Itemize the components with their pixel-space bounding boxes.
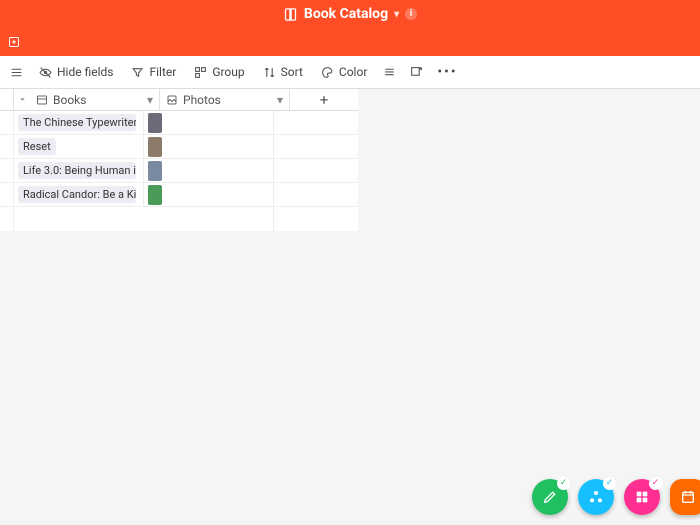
grid: Books ▾ Photos ▾ + The Chinese Typewrite… — [0, 89, 358, 231]
group-label: Group — [212, 65, 244, 79]
color-button[interactable]: Color — [313, 61, 375, 83]
table-row[interactable]: Life 3.0: Being Human in the Age of AI — [0, 159, 358, 183]
table-tab-strip — [0, 28, 700, 56]
sort-icon — [263, 66, 276, 79]
group-icon — [194, 66, 207, 79]
cell-books[interactable]: Reset — [14, 135, 144, 158]
view-toolbar: Hide fields Filter Group Sort Color — [0, 56, 700, 89]
paint-icon — [321, 66, 334, 79]
grid-header: Books ▾ Photos ▾ + — [0, 89, 358, 111]
cell-photos[interactable] — [144, 159, 274, 182]
attachment-thumbnail[interactable] — [148, 185, 162, 205]
table-row[interactable]: The Chinese Typewriter — [0, 111, 358, 135]
chevron-down-icon[interactable]: ▾ — [277, 93, 283, 107]
share-icon — [410, 66, 423, 79]
views-menu-button[interactable] — [4, 62, 29, 83]
fab-blue[interactable]: ✓ — [578, 479, 614, 515]
fab-row: ✓ ✓ ✓ — [532, 479, 700, 515]
row-height-button[interactable] — [377, 62, 402, 83]
cell-photos[interactable] — [144, 183, 274, 206]
info-icon[interactable]: i — [405, 8, 417, 20]
check-badge-icon: ✓ — [603, 477, 616, 490]
filter-button[interactable]: Filter — [123, 61, 184, 83]
more-button[interactable]: ••• — [431, 60, 463, 84]
fab-pink[interactable]: ✓ — [624, 479, 660, 515]
row-number — [0, 183, 14, 206]
column-header-photos[interactable]: Photos ▾ — [160, 89, 290, 110]
linked-record-tag[interactable]: The Chinese Typewriter — [18, 114, 136, 131]
group-button[interactable]: Group — [186, 61, 252, 83]
linked-record-tag[interactable]: Life 3.0: Being Human in the Age of AI — [18, 162, 136, 179]
color-label: Color — [339, 65, 367, 79]
table-row[interactable]: Radical Candor: Be a Kickass Boss — [0, 183, 358, 207]
base-title-text: Book Catalog — [304, 6, 388, 22]
linked-record-tag[interactable]: Radical Candor: Be a Kickass Boss — [18, 186, 136, 203]
row-number — [0, 159, 14, 182]
column-menu-spacer[interactable] — [14, 89, 30, 110]
book-icon — [283, 7, 298, 22]
link-field-icon — [36, 94, 48, 106]
add-field-button[interactable]: + — [290, 89, 358, 110]
attachment-thumbnail[interactable] — [148, 161, 162, 181]
table-row[interactable]: Reset — [0, 135, 358, 159]
row-number-header — [0, 89, 14, 110]
share-view-button[interactable] — [404, 62, 429, 83]
base-title[interactable]: Book Catalog ▾ i — [283, 6, 417, 22]
attachment-thumbnail[interactable] — [148, 137, 162, 157]
cell-books[interactable]: The Chinese Typewriter — [14, 111, 144, 134]
linked-record-tag[interactable]: Reset — [18, 138, 56, 155]
sort-label: Sort — [281, 65, 303, 79]
chevron-down-icon: ▾ — [394, 9, 399, 20]
dots-icon: ••• — [437, 64, 457, 80]
eye-off-icon — [39, 66, 52, 79]
row-number — [0, 135, 14, 158]
cell-photos[interactable] — [144, 111, 274, 134]
check-badge-icon: ✓ — [649, 477, 662, 490]
menu-icon — [10, 66, 23, 79]
fab-orange[interactable] — [670, 479, 700, 515]
row-number — [0, 111, 14, 134]
add-row[interactable] — [0, 207, 358, 231]
filter-label: Filter — [149, 65, 176, 79]
cell-books[interactable]: Radical Candor: Be a Kickass Boss — [14, 183, 144, 206]
add-table-button[interactable] — [4, 32, 24, 52]
chevron-down-icon[interactable]: ▾ — [147, 93, 153, 107]
column-header-books[interactable]: Books ▾ — [30, 89, 160, 110]
row-height-icon — [383, 66, 396, 79]
plus-icon: + — [320, 91, 329, 109]
attachment-thumbnail[interactable] — [148, 113, 162, 133]
cell-books[interactable]: Life 3.0: Being Human in the Age of AI — [14, 159, 144, 182]
hide-fields-button[interactable]: Hide fields — [31, 61, 121, 83]
fab-green[interactable]: ✓ — [532, 479, 568, 515]
grid-area: Books ▾ Photos ▾ + The Chinese Typewrite… — [0, 89, 700, 525]
attachment-field-icon — [166, 94, 178, 106]
hide-fields-label: Hide fields — [57, 65, 113, 79]
column-header-photos-label: Photos — [183, 93, 221, 107]
sort-button[interactable]: Sort — [255, 61, 311, 83]
cell-photos[interactable] — [144, 135, 274, 158]
filter-icon — [131, 66, 144, 79]
app-header: Book Catalog ▾ i — [0, 0, 700, 28]
column-header-books-label: Books — [53, 93, 86, 107]
check-badge-icon: ✓ — [557, 477, 570, 490]
